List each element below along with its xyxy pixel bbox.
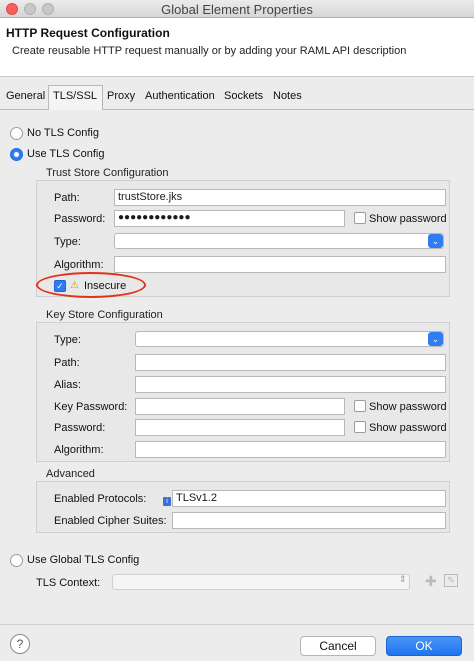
trust-type-select[interactable] [114, 233, 444, 249]
key-path-input[interactable] [135, 354, 446, 371]
use-global-tls-label: Use Global TLS Config [27, 554, 140, 566]
key-type-label: Type: [54, 334, 81, 346]
trust-path-input[interactable]: trustStore.jks [114, 189, 446, 206]
tab-proxy[interactable]: Proxy [107, 90, 135, 102]
advanced-title: Advanced [46, 468, 95, 480]
tls-context-select[interactable] [112, 574, 410, 590]
use-tls-radio[interactable] [10, 148, 23, 161]
key-store-title: Key Store Configuration [46, 309, 163, 321]
tab-general[interactable]: General [6, 90, 45, 102]
ok-button[interactable]: OK [386, 636, 462, 656]
key-alias-label: Alias: [54, 379, 81, 391]
key-password-input[interactable] [135, 398, 345, 415]
protocols-label: Enabled Protocols: [54, 493, 147, 505]
tab-sockets[interactable]: Sockets [224, 90, 263, 102]
no-tls-label: No TLS Config [27, 127, 99, 139]
insecure-checkbox[interactable]: ✓ [54, 280, 66, 292]
key-algorithm-label: Algorithm: [54, 444, 104, 456]
tab-notes[interactable]: Notes [273, 90, 302, 102]
ciphers-label: Enabled Cipher Suites: [54, 515, 167, 527]
add-icon[interactable]: ✚ [425, 574, 437, 588]
key-password-label: Key Password: [54, 401, 128, 413]
key-store-show-password-checkbox[interactable] [354, 421, 366, 433]
insecure-label: Insecure [84, 280, 127, 292]
trust-show-password-checkbox[interactable] [354, 212, 366, 224]
warning-icon: ⚠ [70, 280, 79, 291]
chevron-down-icon[interactable]: ⌄ [428, 234, 443, 248]
dialog-subtitle: Create reusable HTTP request manually or… [12, 45, 407, 57]
chevron-down-icon[interactable]: ⌄ [428, 332, 443, 346]
dialog-title: HTTP Request Configuration [6, 26, 170, 40]
key-alias-input[interactable] [135, 376, 446, 393]
window-title: Global Element Properties [161, 2, 313, 17]
key-type-select[interactable] [135, 331, 444, 347]
key-show-password-checkbox[interactable] [354, 400, 366, 412]
key-algorithm-input[interactable] [135, 441, 446, 458]
tab-tls-ssl[interactable]: TLS/SSL [53, 90, 97, 102]
edit-icon[interactable]: ✎ [444, 574, 458, 587]
key-store-show-password-label: Show password [369, 422, 447, 434]
trust-type-label: Type: [54, 236, 81, 248]
use-global-tls-radio[interactable] [10, 554, 23, 567]
chevron-updown-icon: ⇕ [399, 574, 407, 584]
tls-context-label: TLS Context: [36, 577, 101, 589]
key-store-password-input[interactable] [135, 419, 345, 436]
trust-store-title: Trust Store Configuration [46, 167, 169, 179]
key-store-password-label: Password: [54, 422, 106, 434]
trust-show-password-label: Show password [369, 213, 447, 225]
cancel-button[interactable]: Cancel [300, 636, 376, 656]
key-show-password-label: Show password [369, 401, 447, 413]
ciphers-input[interactable] [172, 512, 446, 529]
use-tls-label: Use TLS Config [27, 148, 105, 160]
trust-password-input[interactable]: ●●●●●●●●●●●● [114, 210, 345, 227]
info-icon: i [163, 497, 171, 506]
help-icon[interactable]: ? [10, 634, 30, 654]
no-tls-radio[interactable] [10, 127, 23, 140]
tab-authentication[interactable]: Authentication [145, 90, 215, 102]
protocols-input[interactable]: TLSv1.2 [172, 490, 446, 507]
key-path-label: Path: [54, 357, 80, 369]
trust-algorithm-input[interactable] [114, 256, 446, 273]
trust-algorithm-label: Algorithm: [54, 259, 104, 271]
trust-password-label: Password: [54, 213, 106, 225]
trust-path-label: Path: [54, 192, 80, 204]
